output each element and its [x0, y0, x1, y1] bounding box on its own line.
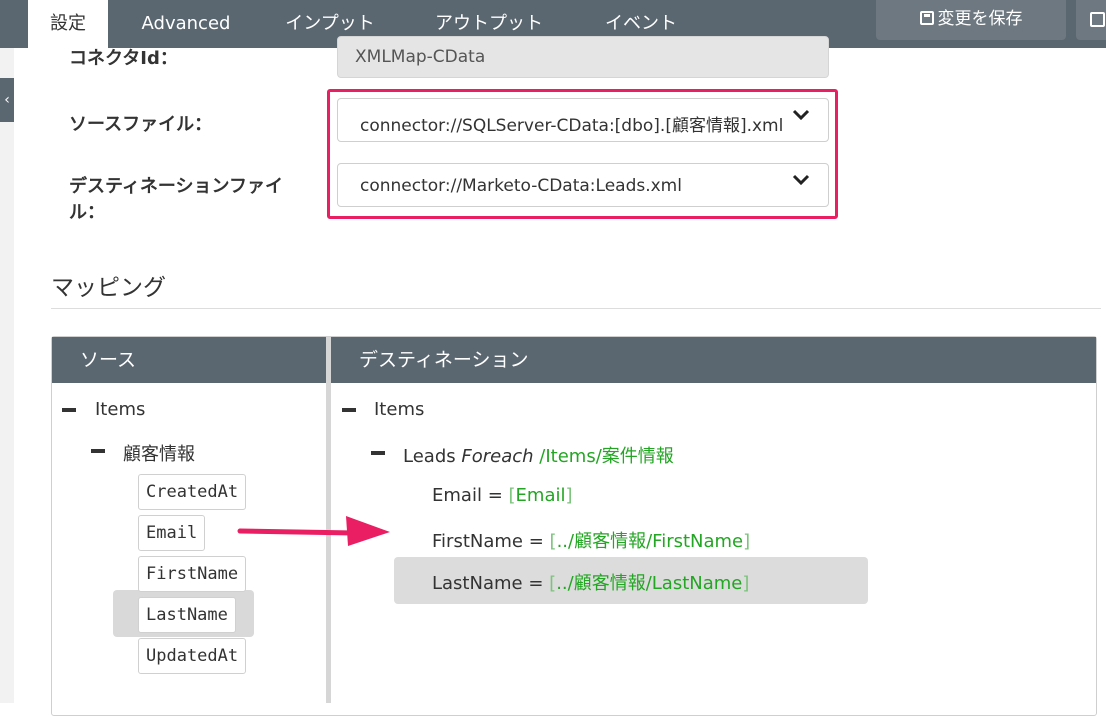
destination-file-label-line1: デスティネーションファイ — [69, 176, 284, 197]
bracket-open: [ — [508, 485, 516, 506]
dest-tree-root[interactable]: Items — [374, 399, 424, 420]
connector-id-field: XMLMap-CData — [337, 36, 829, 78]
destination-column-header: デスティネーション — [330, 337, 1096, 383]
foreach-label: Foreach — [461, 446, 534, 467]
arrow-right-icon — [237, 516, 390, 546]
highlight-box — [327, 89, 838, 219]
tab-settings[interactable]: 設定 — [28, 0, 108, 48]
bracket-close: ] — [743, 531, 751, 552]
floppy-disk-icon — [919, 11, 934, 25]
connector-id-label: コネクタId： — [69, 48, 178, 69]
collapse-icon[interactable] — [91, 449, 105, 453]
source-file-label: ソースファイル： — [69, 114, 213, 135]
collapse-icon[interactable] — [342, 408, 356, 412]
leads-label: Leads — [403, 446, 456, 467]
equals-sign: = — [528, 531, 544, 552]
foreach-path[interactable]: /Items/案件情報 — [539, 446, 673, 467]
external-link-icon — [1090, 12, 1105, 27]
bracket-open: [ — [549, 531, 557, 552]
source-field-node[interactable]: LastName — [138, 597, 236, 633]
source-column-header: ソース — [52, 337, 326, 383]
save-changes-button[interactable]: 変更を保存 — [876, 0, 1066, 40]
destination-file-label-line2: ル： — [69, 202, 105, 223]
mapping-row-email[interactable]: Email = [Email] — [432, 485, 573, 506]
mapping-row-lastname[interactable]: LastName = [../顧客情報/LastName] — [432, 569, 749, 595]
dest-field-name: Email — [432, 485, 482, 506]
mapping-expression[interactable]: ../顧客情報/FirstName — [557, 531, 744, 552]
equals-sign: = — [487, 485, 503, 506]
dest-field-name: LastName — [432, 573, 523, 594]
collapse-icon[interactable] — [371, 451, 385, 455]
mapping-expression[interactable]: Email — [516, 485, 566, 506]
save-button-label: 変更を保存 — [937, 9, 1023, 29]
section-divider — [51, 308, 1101, 309]
mapping-expression[interactable]: ../顧客情報/LastName — [556, 573, 742, 594]
destination-file-label: デスティネーションファイ ル： — [69, 174, 299, 226]
source-field-node[interactable]: UpdatedAt — [138, 638, 247, 674]
source-field-node[interactable]: FirstName — [138, 556, 247, 592]
tab-advanced[interactable]: Advanced — [128, 0, 244, 48]
open-external-button[interactable] — [1076, 0, 1106, 40]
mapping-section-title: マッピング — [51, 275, 166, 301]
source-tree-child[interactable]: 顧客情報 — [123, 440, 195, 466]
equals-sign: = — [528, 573, 544, 594]
chevron-left-icon: ‹ — [4, 92, 10, 108]
dest-leads-node[interactable]: Leads Foreach /Items/案件情報 — [403, 442, 674, 468]
collapse-icon[interactable] — [62, 408, 76, 412]
dest-field-name: FirstName — [432, 531, 523, 552]
source-tree-root[interactable]: Items — [95, 399, 145, 420]
bracket-close: ] — [742, 573, 750, 594]
bracket-close: ] — [565, 485, 573, 506]
collapse-sidebar-button[interactable]: ‹ — [0, 78, 14, 122]
left-gutter — [0, 48, 14, 703]
source-field-node[interactable]: Email — [138, 515, 206, 551]
mapping-row-firstname[interactable]: FirstName = [../顧客情報/FirstName] — [432, 527, 750, 553]
source-field-node[interactable]: CreatedAt — [138, 474, 247, 510]
